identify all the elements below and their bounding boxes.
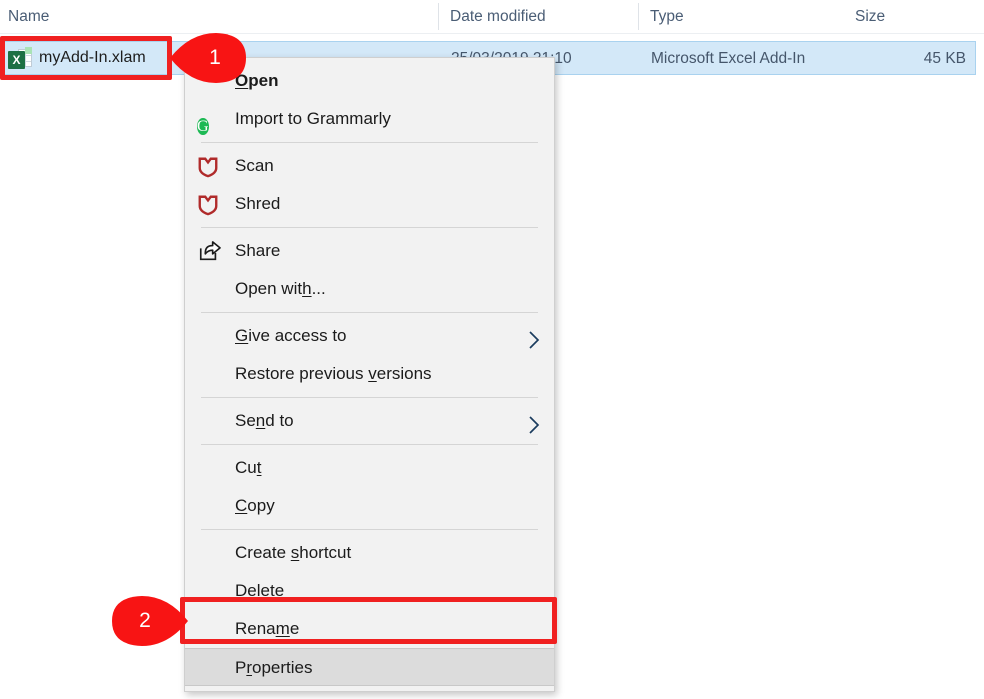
column-header-size[interactable]: Size bbox=[855, 0, 885, 33]
teardrop-right-shape bbox=[112, 596, 188, 646]
file-size: 45 KB bbox=[923, 50, 966, 67]
header-divider bbox=[0, 33, 984, 34]
share-icon bbox=[197, 239, 221, 263]
menu-item-scan[interactable]: Scan bbox=[185, 147, 554, 185]
column-separator[interactable] bbox=[438, 3, 439, 30]
callout-badge-2: 2 bbox=[112, 593, 190, 649]
menu-item-properties[interactable]: Properties bbox=[185, 648, 554, 686]
file-name-highlight-box bbox=[0, 36, 172, 80]
column-header-type[interactable]: Type bbox=[650, 0, 684, 33]
menu-item-shred[interactable]: Shred bbox=[185, 185, 554, 223]
properties-highlight-box bbox=[180, 597, 557, 644]
menu-item-label: Open with... bbox=[235, 279, 326, 298]
menu-item-label: Send to bbox=[235, 411, 294, 430]
callout-badge-1: 1 bbox=[168, 30, 246, 86]
menu-separator bbox=[201, 142, 538, 143]
menu-item-copy[interactable]: Copy bbox=[185, 487, 554, 525]
menu-item-create-shortcut[interactable]: Create shortcut bbox=[185, 534, 554, 572]
teardrop-left-shape bbox=[170, 33, 246, 83]
menu-separator bbox=[201, 397, 538, 398]
menu-item-give-access-to[interactable]: Give access to bbox=[185, 317, 554, 355]
column-header-name[interactable]: Name bbox=[8, 0, 49, 33]
mcafee-shield-icon bbox=[197, 154, 221, 178]
menu-item-label: Give access to bbox=[235, 326, 347, 345]
menu-item-label: Properties bbox=[235, 658, 313, 677]
chevron-right-icon bbox=[528, 326, 540, 349]
menu-item-restore-previous-versions[interactable]: Restore previous versions bbox=[185, 355, 554, 393]
menu-separator bbox=[201, 227, 538, 228]
column-header-date-modified[interactable]: Date modified bbox=[450, 0, 546, 33]
grammarly-icon: G bbox=[197, 118, 209, 135]
menu-item-label: Scan bbox=[235, 156, 274, 175]
mcafee-shield-icon bbox=[197, 192, 221, 216]
menu-item-label: Copy bbox=[235, 496, 275, 515]
menu-item-send-to[interactable]: Send to bbox=[185, 402, 554, 440]
menu-item-import-to-grammarly[interactable]: G Import to Grammarly bbox=[185, 100, 554, 138]
column-header-bar: Name Date modified Type Size bbox=[0, 0, 984, 33]
menu-item-label: Share bbox=[235, 241, 281, 260]
file-type: Microsoft Excel Add-In bbox=[651, 50, 806, 67]
menu-item-label: Create shortcut bbox=[235, 543, 352, 562]
menu-separator bbox=[201, 529, 538, 530]
menu-item-cut[interactable]: Cut bbox=[185, 449, 554, 487]
menu-item-label: Import to Grammarly bbox=[235, 109, 391, 128]
chevron-right-icon bbox=[528, 411, 540, 434]
menu-item-open-with[interactable]: Open with... bbox=[185, 270, 554, 308]
menu-separator bbox=[201, 312, 538, 313]
menu-item-label: Shred bbox=[235, 194, 281, 213]
menu-item-share[interactable]: Share bbox=[185, 232, 554, 270]
menu-separator bbox=[201, 444, 538, 445]
menu-item-label: Cut bbox=[235, 458, 262, 477]
column-separator[interactable] bbox=[638, 3, 639, 30]
menu-item-label: Restore previous versions bbox=[235, 364, 432, 383]
